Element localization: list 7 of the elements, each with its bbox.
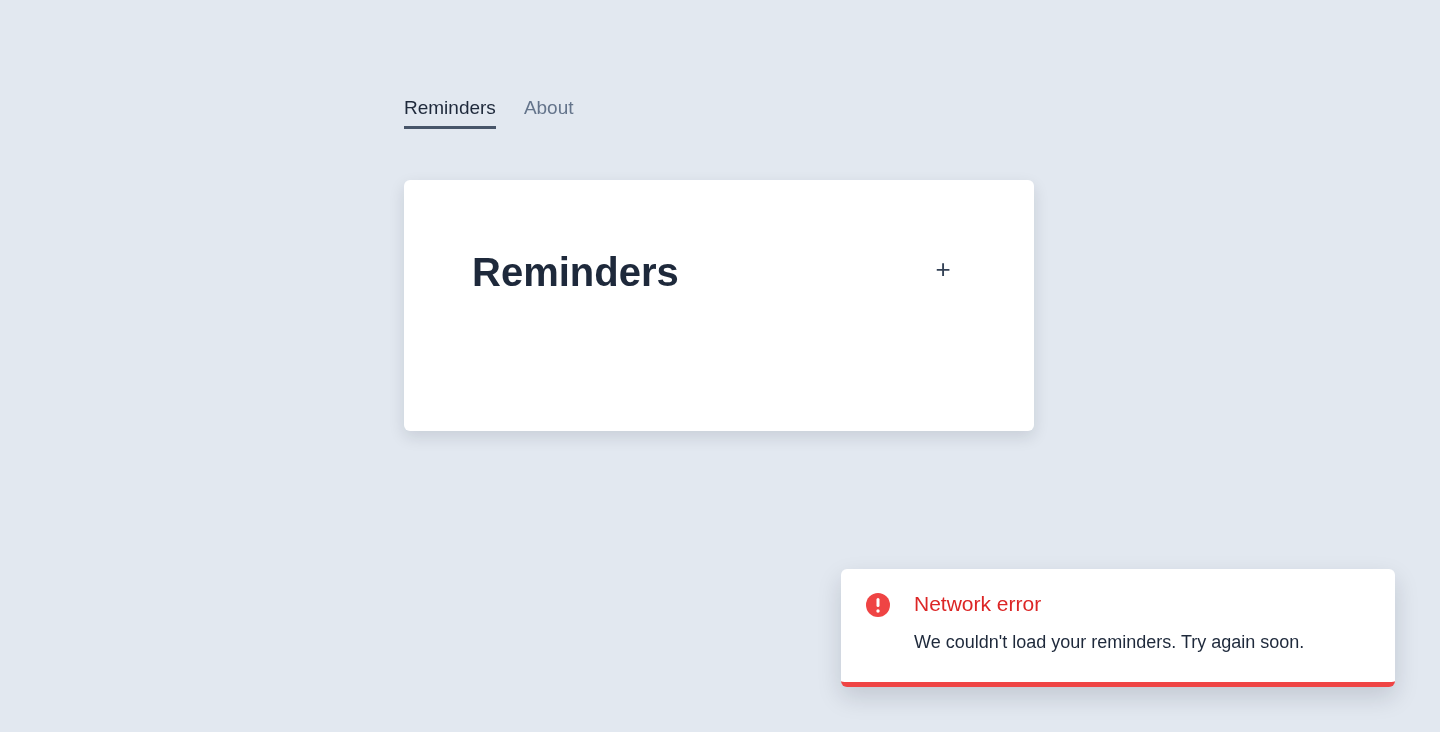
error-icon bbox=[866, 593, 890, 617]
nav-tab[interactable]: Reminders bbox=[404, 95, 496, 129]
toast-title: Network error bbox=[914, 591, 1043, 617]
nav-tab[interactable]: About bbox=[523, 95, 574, 129]
toast-message: We couldn't load your reminders. Try again soon. bbox=[914, 631, 1305, 654]
card-title: Reminders bbox=[472, 249, 679, 296]
add-button[interactable]: + bbox=[930, 256, 956, 282]
